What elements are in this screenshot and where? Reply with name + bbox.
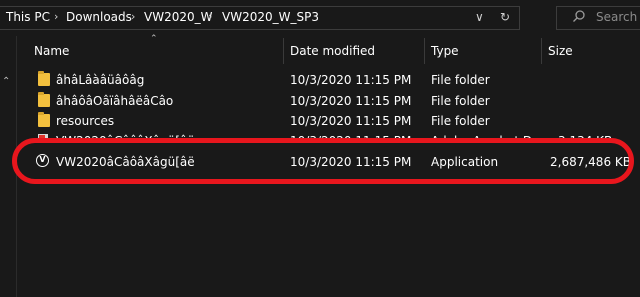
- file-date: 10/3/2020 11:15 PM: [290, 73, 412, 87]
- column-header-type[interactable]: Type: [431, 44, 459, 58]
- column-divider[interactable]: [283, 38, 284, 64]
- address-bar: This PC › Downloads › VW2020_W › VW2020_…: [0, 0, 640, 36]
- file-name: âhâLâàâüâôâg: [56, 73, 145, 87]
- sort-ascending-icon: ⌃: [150, 34, 158, 44]
- scroll-up-arrow-icon[interactable]: ⌃: [2, 76, 10, 87]
- breadcrumb-separator-icon[interactable]: ›: [54, 10, 58, 23]
- column-divider[interactable]: [424, 38, 425, 64]
- file-name: resources: [56, 114, 115, 128]
- column-header-date-modified[interactable]: Date modified: [290, 44, 375, 58]
- file-type: File folder: [431, 94, 490, 108]
- dropdown-chevron-icon[interactable]: ∨: [475, 10, 484, 24]
- breadcrumb-downloads[interactable]: Downloads: [66, 10, 132, 24]
- folder-icon: [38, 92, 50, 107]
- column-header-size[interactable]: Size: [548, 44, 573, 58]
- breadcrumb-vw2020-w[interactable]: VW2020_W: [144, 10, 212, 24]
- search-input[interactable]: Search V: [596, 10, 640, 24]
- breadcrumb-separator-icon[interactable]: ›: [131, 10, 135, 23]
- refresh-icon[interactable]: ↻: [500, 10, 510, 24]
- file-date: 10/3/2020 11:15 PM: [290, 114, 412, 128]
- file-type: File folder: [431, 73, 490, 87]
- folder-icon: [38, 112, 50, 127]
- breadcrumb-vw2020-w-sp3[interactable]: VW2020_W_SP3: [222, 10, 319, 24]
- breadcrumb-this-pc[interactable]: This PC: [6, 10, 50, 24]
- breadcrumb-separator-icon[interactable]: ›: [208, 10, 212, 23]
- file-row[interactable]: âhâLâàâüâôâg 10/3/2020 11:15 PM File fol…: [20, 70, 640, 90]
- file-name: âhâôâOâïâhâëâCâo: [56, 94, 174, 108]
- highlight-annotation: [12, 138, 634, 184]
- file-type: File folder: [431, 114, 490, 128]
- folder-icon: [38, 71, 50, 86]
- file-date: 10/3/2020 11:15 PM: [290, 94, 412, 108]
- column-header-name[interactable]: Name: [34, 44, 69, 58]
- file-row[interactable]: âhâôâOâïâhâëâCâo 10/3/2020 11:15 PM File…: [20, 91, 640, 111]
- column-divider[interactable]: [541, 38, 542, 64]
- search-icon: [573, 10, 585, 22]
- file-row[interactable]: resources 10/3/2020 11:15 PM File folder: [20, 111, 640, 131]
